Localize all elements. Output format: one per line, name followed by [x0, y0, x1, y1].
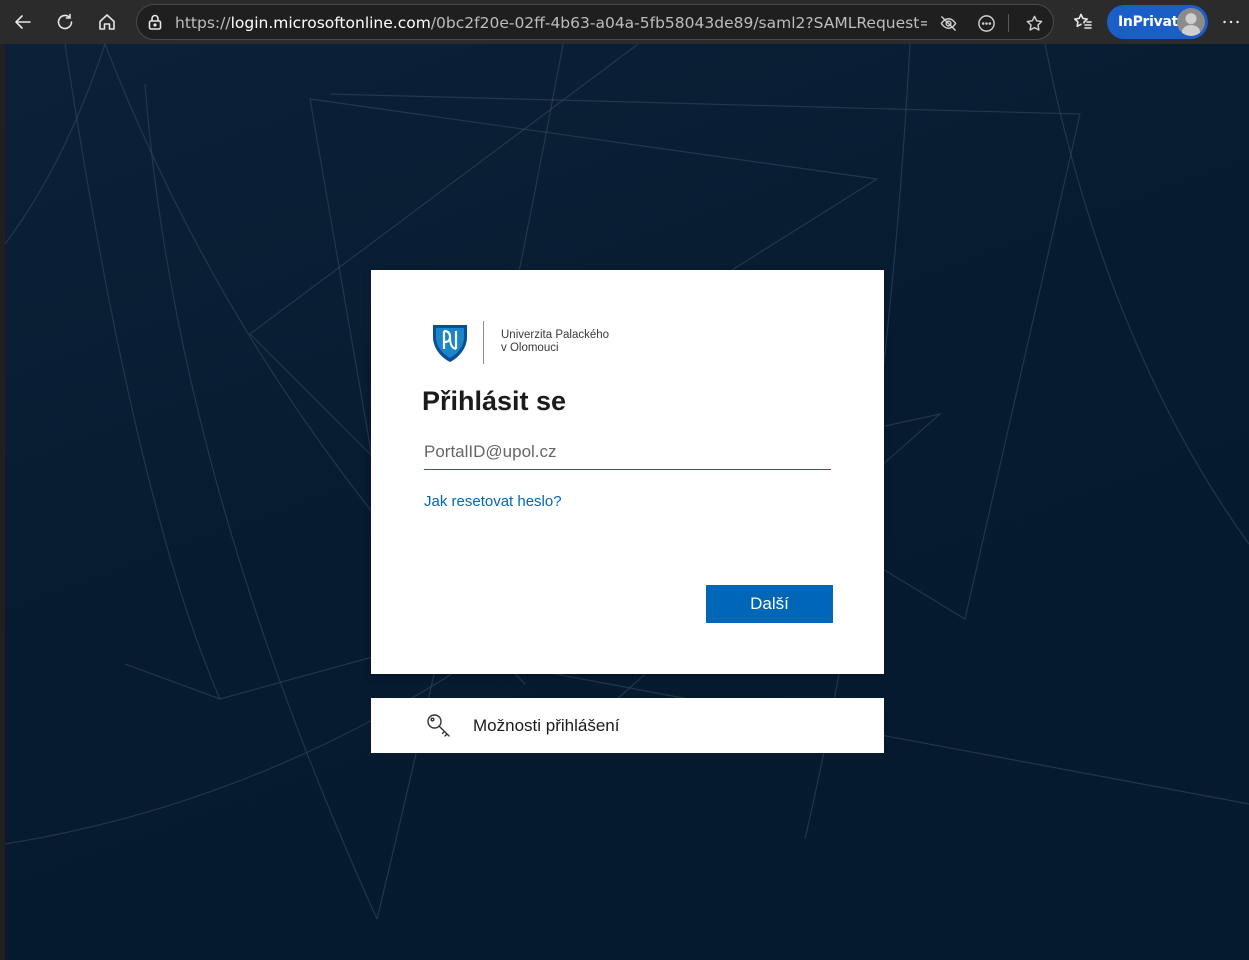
- address-bar-divider: [1008, 14, 1009, 32]
- sign-in-options-label: Možnosti přihlášení: [473, 716, 620, 735]
- browser-toolbar: https://login.microsoftonline.com/0bc2f2…: [0, 0, 1249, 44]
- home-button[interactable]: [91, 6, 123, 38]
- lock-icon: [148, 14, 162, 30]
- logo-divider: [483, 321, 484, 364]
- tracking-prevention-button[interactable]: [937, 12, 959, 34]
- favorites-list-icon: [1074, 13, 1092, 29]
- university-shield-icon: [433, 325, 467, 362]
- settings-menu-button[interactable]: [1215, 6, 1247, 38]
- ellipsis-circle-icon: [977, 14, 995, 32]
- eye-off-icon: [940, 15, 956, 31]
- more-site-options-button[interactable]: [975, 12, 997, 34]
- address-bar[interactable]: https://login.microsoftonline.com/0bc2f2…: [136, 4, 1054, 40]
- inprivate-profile-button[interactable]: InPrivate: [1107, 5, 1208, 39]
- star-icon: [1026, 15, 1042, 31]
- avatar: [1177, 8, 1205, 36]
- email-input[interactable]: [424, 434, 831, 470]
- url-host: login.microsoftonline.com: [230, 14, 431, 32]
- refresh-icon: [57, 13, 73, 30]
- more-icon: [1223, 20, 1239, 24]
- org-name-line2: v Olomouci: [501, 342, 559, 354]
- next-button[interactable]: Další: [706, 585, 833, 623]
- add-favorite-button[interactable]: [1023, 12, 1045, 34]
- url-path: /0bc2f20e-02ff-4b63-a04a-5fb58043de89/sa…: [430, 14, 927, 32]
- page-viewport: Univerzita Palackého v Olomouci Přihlási…: [5, 44, 1249, 960]
- back-button[interactable]: [7, 6, 39, 38]
- sign-in-options-button[interactable]: Možnosti přihlášení: [371, 698, 884, 753]
- sign-in-card: Univerzita Palackého v Olomouci Přihlási…: [371, 270, 884, 674]
- url-text[interactable]: https://login.microsoftonline.com/0bc2f2…: [175, 13, 927, 33]
- favorites-button[interactable]: [1067, 6, 1099, 38]
- back-arrow-icon: [15, 15, 31, 29]
- key-icon: [425, 712, 453, 740]
- page-title: Přihlásit se: [422, 386, 567, 416]
- org-name-line1: Univerzita Palackého: [501, 329, 610, 341]
- site-info-button[interactable]: [146, 13, 164, 31]
- refresh-button[interactable]: [49, 6, 81, 38]
- organization-name: Univerzita Palackého v Olomouci: [501, 329, 641, 355]
- home-icon: [99, 14, 115, 30]
- url-scheme: https://: [175, 14, 231, 32]
- reset-password-link[interactable]: Jak resetovat heslo?: [424, 492, 562, 512]
